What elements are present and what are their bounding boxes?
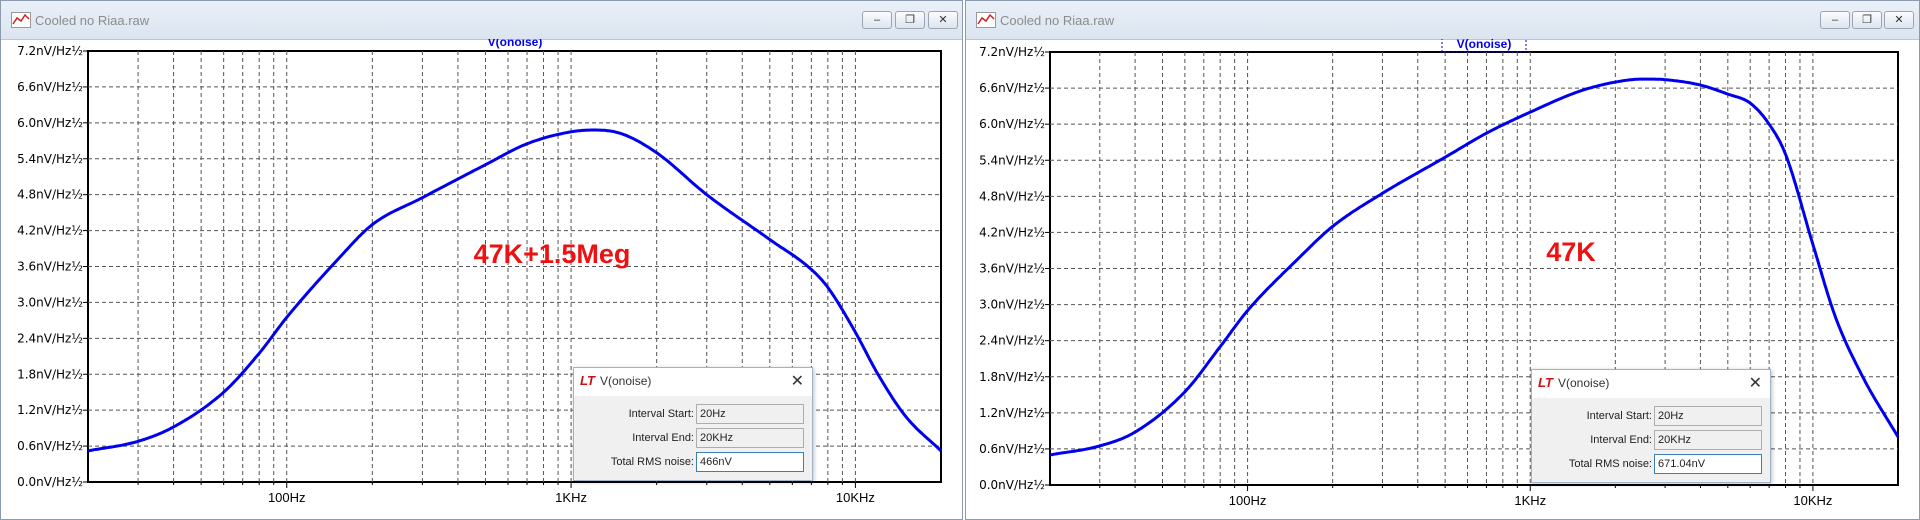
y-tick-label: 2.4nV/Hz½ — [979, 334, 1045, 348]
dialog-title: V(onoise) — [1558, 376, 1610, 390]
y-tick-label: 1.8nV/Hz½ — [17, 367, 83, 381]
interval-start-label: Interval Start: — [628, 408, 694, 420]
window-title: Cooled no Riaa.raw — [35, 13, 150, 28]
trace-label[interactable]: V(onoise) — [1457, 39, 1512, 51]
y-tick-label: 7.2nV/Hz½ — [17, 44, 83, 58]
dialog-close-icon[interactable]: ✕ — [791, 371, 804, 391]
total-rms-row: Total RMS noise: 466nV — [574, 452, 812, 474]
x-tick-label: 1KHz — [555, 490, 587, 505]
interval-start-field[interactable]: 20Hz — [696, 404, 804, 424]
title-bar[interactable]: Cooled no Riaa.raw – ❐ ✕ — [1, 1, 962, 40]
interval-end-label: Interval End: — [1590, 434, 1652, 446]
plot-window-2: Cooled no Riaa.raw – ❐ ✕ 0.0nV/Hz½ 0.6nV/… — [965, 0, 1920, 520]
interval-start-field[interactable]: 20Hz — [1654, 406, 1762, 426]
dialog-body: Interval Start: 20Hz Interval End: 20KHz… — [574, 396, 812, 480]
interval-start-row: Interval Start: 20Hz — [574, 404, 812, 426]
x-tick-label: 1KHz — [1514, 493, 1546, 508]
interval-end-row: Interval End: 20KHz — [1532, 430, 1770, 452]
noise-plot[interactable]: 0.0nV/Hz½ 0.6nV/Hz½ 1.2nV/Hz½ 1.8nV/Hz½ 2.4n… — [1, 39, 963, 519]
interval-start-row: Interval Start: 20Hz — [1532, 406, 1770, 428]
y-tick-label: 3.0nV/Hz½ — [979, 298, 1045, 312]
y-tick-label: 6.0nV/Hz½ — [17, 116, 83, 130]
y-tick-label: 0.6nV/Hz½ — [17, 439, 83, 453]
dialog-title: V(onoise) — [600, 374, 652, 388]
annotation-label: 47K — [1546, 237, 1596, 267]
total-rms-label: Total RMS noise: — [1568, 458, 1652, 470]
lt-logo-icon: LT — [580, 373, 595, 388]
x-tick-label: 100Hz — [268, 490, 306, 505]
x-tick-label: 10KHz — [836, 490, 875, 505]
window-title: Cooled no Riaa.raw — [1000, 13, 1115, 28]
interval-end-label: Interval End: — [632, 432, 694, 444]
rms-noise-dialog: LT V(onoise) ✕ Interval Start: 20Hz Inte… — [573, 367, 813, 481]
dialog-body: Interval Start: 20Hz Interval End: 20KHz… — [1532, 398, 1770, 482]
y-tick-label: 4.8nV/Hz½ — [17, 188, 83, 202]
close-button[interactable]: ✕ — [1884, 11, 1914, 29]
dialog-header: LT V(onoise) ✕ — [1532, 370, 1770, 396]
y-tick-label: 6.0nV/Hz½ — [979, 117, 1045, 131]
y-tick-label: 0.0nV/Hz½ — [979, 478, 1045, 492]
interval-start-label: Interval Start: — [1586, 410, 1652, 422]
total-rms-field[interactable]: 671.04nV — [1654, 454, 1762, 474]
y-tick-label: 4.2nV/Hz½ — [979, 225, 1045, 239]
noise-plot[interactable]: 0.0nV/Hz½ 0.6nV/Hz½ 1.2nV/Hz½ 1.8nV/Hz½ 2.4n… — [966, 39, 1920, 519]
trace-label[interactable]: V(onoise) — [488, 39, 543, 49]
minimize-button[interactable]: – — [1820, 11, 1850, 29]
rms-noise-dialog: LT V(onoise) ✕ Interval Start: 20Hz Inte… — [1531, 369, 1771, 483]
waveform-app-icon — [976, 12, 996, 28]
y-tick-label: 2.4nV/Hz½ — [17, 331, 83, 345]
y-tick-label: 4.2nV/Hz½ — [17, 224, 83, 238]
y-tick-label: 4.8nV/Hz½ — [979, 189, 1045, 203]
close-button[interactable]: ✕ — [928, 11, 958, 29]
x-tick-label: 10KHz — [1793, 493, 1832, 508]
title-bar[interactable]: Cooled no Riaa.raw – ❐ ✕ — [966, 1, 1919, 40]
y-tick-label: 0.6nV/Hz½ — [979, 442, 1045, 456]
interval-end-field[interactable]: 20KHz — [696, 428, 804, 448]
y-tick-label: 6.6nV/Hz½ — [979, 81, 1045, 95]
dialog-close-icon[interactable]: ✕ — [1749, 373, 1762, 393]
restore-button[interactable]: ❐ — [895, 11, 925, 29]
y-tick-label: 5.4nV/Hz½ — [979, 153, 1045, 167]
dialog-header: LT V(onoise) ✕ — [574, 368, 812, 394]
total-rms-label: Total RMS noise: — [610, 456, 694, 468]
y-tick-label: 7.2nV/Hz½ — [979, 45, 1045, 59]
restore-button[interactable]: ❐ — [1852, 11, 1882, 29]
y-tick-label: 3.6nV/Hz½ — [17, 260, 83, 274]
total-rms-field[interactable]: 466nV — [696, 452, 804, 472]
interval-end-field[interactable]: 20KHz — [1654, 430, 1762, 450]
minimize-button[interactable]: – — [862, 11, 892, 29]
y-tick-label: 3.0nV/Hz½ — [17, 295, 83, 309]
annotation-label: 47K+1.5Meg — [474, 239, 631, 269]
plot-window-1: Cooled no Riaa.raw – ❐ ✕ 0.0nV/Hz½ 0.6nV/… — [0, 0, 963, 520]
waveform-app-icon — [11, 12, 31, 28]
y-tick-label: 1.2nV/Hz½ — [17, 403, 83, 417]
lt-logo-icon: LT — [1538, 375, 1553, 390]
y-tick-label: 5.4nV/Hz½ — [17, 152, 83, 166]
y-tick-label: 3.6nV/Hz½ — [979, 262, 1045, 276]
y-tick-label: 6.6nV/Hz½ — [17, 80, 83, 94]
y-tick-label: 0.0nV/Hz½ — [17, 475, 83, 489]
total-rms-row: Total RMS noise: 671.04nV — [1532, 454, 1770, 476]
interval-end-row: Interval End: 20KHz — [574, 428, 812, 450]
y-tick-label: 1.2nV/Hz½ — [979, 406, 1045, 420]
y-tick-label: 1.8nV/Hz½ — [979, 370, 1045, 384]
x-tick-label: 100Hz — [1229, 493, 1267, 508]
